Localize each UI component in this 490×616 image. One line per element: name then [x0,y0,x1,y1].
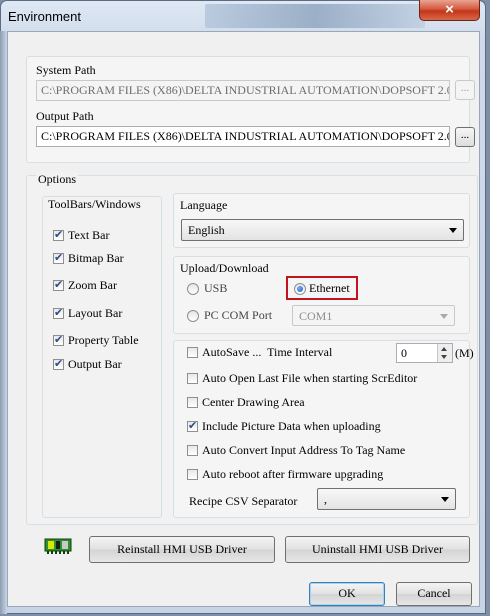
checkbox[interactable] [187,445,198,456]
checkbox[interactable] [187,419,198,432]
autosave-unit: (M) [455,346,474,360]
titlebar-background [205,4,425,28]
toolbar-item-label: Zoom Bar [68,278,117,292]
recipe-csv-separator-value: , [324,492,327,506]
reinstall-usb-driver-button[interactable]: Reinstall HMI USB Driver [89,536,275,563]
com-port-select[interactable]: COM1 [292,305,455,326]
toolbar-item-label: Output Bar [68,357,122,371]
chevron-down-icon [441,497,449,502]
upload-download-label: Upload/Download [180,261,269,275]
options-label: Options [36,172,79,187]
system-path-browse-button[interactable]: ... [455,80,475,100]
checkbox[interactable] [53,306,64,319]
uninstall-usb-driver-button[interactable]: Uninstall HMI USB Driver [285,536,470,563]
toolbar-item-label: Text Bar [68,228,110,242]
spinner-arrows-icon[interactable] [437,344,452,362]
ethernet-label: Ethernet [309,281,350,295]
autosave-label: AutoSave ... Time Interval [202,345,333,359]
recipe-csv-separator-label: Recipe CSV Separator [189,494,298,508]
checkbox[interactable] [53,251,64,264]
checkbox[interactable] [187,397,198,408]
autosave-interval-value: 0 [401,346,407,360]
chevron-down-icon [449,228,457,233]
option-label: Auto reboot after firmware upgrading [202,467,384,481]
recipe-csv-separator-select[interactable]: , [317,488,456,510]
system-path-label: System Path [36,63,96,77]
usb-label: USB [204,281,228,295]
window-left-edge [0,31,7,614]
com-port-value: COM1 [299,309,333,323]
pc-com-port-label: PC COM Port [204,308,273,322]
checkbox[interactable] [187,373,198,384]
pc-com-port-radio[interactable] [187,310,199,322]
language-label: Language [180,198,228,212]
usb-radio[interactable] [187,283,199,295]
checkbox[interactable] [53,278,64,291]
language-value: English [188,223,225,237]
cancel-button[interactable]: Cancel [396,582,472,606]
toolbars-label: ToolBars/Windows [48,197,141,211]
toolbar-item-label: Layout Bar [68,306,123,320]
checkbox[interactable] [53,357,64,370]
ethernet-radio[interactable] [294,283,306,295]
close-button[interactable]: × [419,0,480,21]
option-label: Auto Convert Input Address To Tag Name [202,443,406,457]
chevron-down-icon [440,314,448,319]
system-path-field[interactable]: C:\PROGRAM FILES (X86)\DELTA INDUSTRIAL … [36,80,450,101]
checkbox[interactable] [187,469,198,480]
toolbar-item-label: Bitmap Bar [68,251,124,265]
hmi-chip-icon [44,536,74,556]
language-select[interactable]: English [181,219,464,241]
autosave-checkbox[interactable] [187,347,198,358]
toolbar-item-label: Property Table [68,333,139,347]
option-label: Auto Open Last File when starting ScrEdi… [202,371,418,385]
checkbox[interactable] [53,333,64,346]
checkbox[interactable] [53,228,64,241]
option-label: Center Drawing Area [202,395,305,409]
ok-button[interactable]: OK [309,582,385,606]
output-path-field[interactable]: C:\PROGRAM FILES (X86)\DELTA INDUSTRIAL … [36,126,450,147]
window-title: Environment [8,9,81,24]
autosave-interval-spinner[interactable]: 0 [396,343,453,363]
option-label: Include Picture Data when uploading [202,419,381,433]
output-path-browse-button[interactable]: ... [455,127,475,147]
output-path-label: Output Path [36,109,94,123]
